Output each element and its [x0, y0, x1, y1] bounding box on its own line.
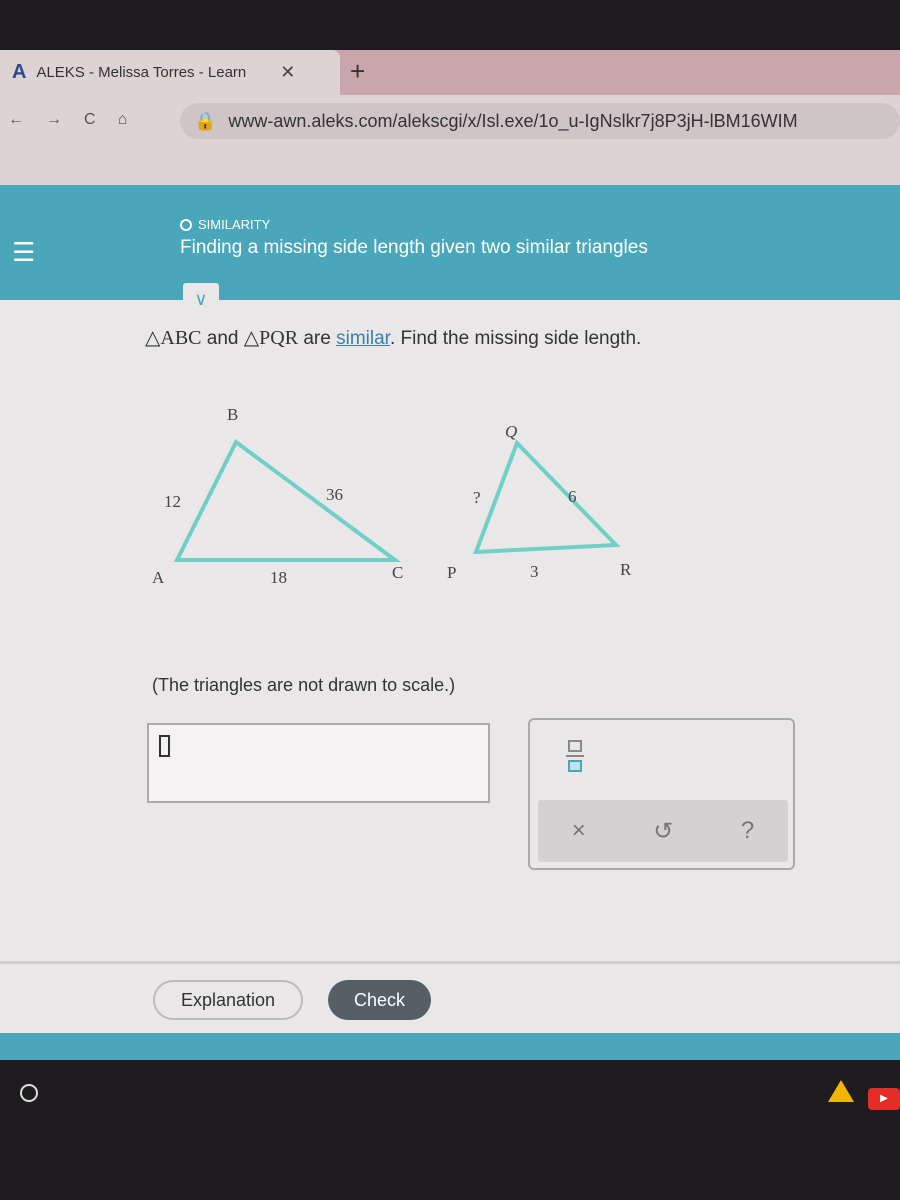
footer-bar	[0, 1033, 900, 1060]
aleks-app: ☰ SIMILARITY Finding a missing side leng…	[0, 185, 900, 1060]
check-button[interactable]: Check	[328, 980, 431, 1020]
reload-icon[interactable]: C	[84, 111, 96, 129]
cursor-box	[159, 735, 170, 757]
side-ac: 18	[270, 568, 287, 587]
vertex-r: R	[620, 560, 632, 579]
vertex-q: Q	[505, 422, 517, 441]
browser-toolbar: ← → C ⌂ 🔒 www-awn.aleks.com/alekscgi/x/I…	[0, 95, 900, 185]
os-shelf: ▶	[0, 1060, 900, 1200]
vertex-b: B	[227, 405, 238, 424]
answer-input[interactable]	[147, 723, 490, 803]
side-bc: 36	[326, 485, 343, 504]
google-drive-icon[interactable]	[828, 1080, 854, 1102]
tab-title: ALEKS - Melissa Torres - Learn	[36, 64, 247, 81]
triangle-pqr-label: △PQR	[243, 327, 299, 349]
menu-icon[interactable]: ☰	[12, 237, 35, 268]
triangle-abc	[173, 438, 402, 562]
url-text: www-awn.aleks.com/alekscgi/x/Isl.exe/1o_…	[228, 110, 798, 131]
side-qr: 6	[568, 487, 577, 506]
explanation-button[interactable]: Explanation	[153, 980, 303, 1020]
header: ☰ SIMILARITY Finding a missing side leng…	[0, 185, 900, 300]
launcher-icon[interactable]	[20, 1084, 38, 1102]
help-button[interactable]: ?	[741, 817, 754, 845]
side-pr: 3	[530, 562, 539, 581]
topic-circle-icon	[180, 218, 192, 231]
undo-button[interactable]: ↺	[653, 817, 673, 846]
vertex-p: P	[447, 563, 456, 582]
close-tab-icon[interactable]: ✕	[280, 62, 295, 83]
clear-button[interactable]: ×	[572, 817, 586, 845]
aleks-logo-icon: A	[12, 61, 27, 83]
q-text: and	[201, 328, 244, 349]
question-text: △ABC and △PQR are similar. Find the miss…	[145, 325, 641, 350]
side-ab: 12	[164, 492, 181, 511]
browser-tab[interactable]: A ALEKS - Melissa Torres - Learn ✕	[0, 50, 340, 95]
chevron-down-icon[interactable]: ∨	[183, 283, 219, 313]
vertex-a: A	[152, 568, 165, 587]
forward-icon[interactable]: →	[46, 111, 62, 129]
address-bar[interactable]: 🔒 www-awn.aleks.com/alekscgi/x/Isl.exe/1…	[180, 103, 900, 139]
side-pq: ?	[473, 488, 481, 507]
triangle-pqr	[473, 439, 621, 555]
triangle-abc-label: △ABC	[145, 327, 202, 349]
home-icon[interactable]: ⌂	[118, 111, 128, 129]
scale-note: (The triangles are not drawn to scale.)	[152, 675, 456, 695]
similar-link[interactable]: similar	[336, 328, 390, 349]
fraction-button[interactable]	[566, 740, 584, 772]
lock-icon: 🔒	[194, 110, 217, 131]
topic-label: SIMILARITY	[198, 217, 271, 232]
page-title: Finding a missing side length given two …	[180, 237, 648, 258]
triangles-figure: B A C 12 36 18 Q P R ? 6 3	[152, 405, 632, 587]
youtube-icon[interactable]: ▶	[868, 1088, 900, 1110]
new-tab-button[interactable]: +	[350, 56, 365, 87]
q-text: . Find the missing side length.	[389, 328, 642, 349]
back-icon[interactable]: ←	[8, 111, 24, 129]
tab-bar: A ALEKS - Melissa Torres - Learn ✕ +	[0, 50, 900, 95]
q-text: are	[298, 328, 337, 349]
vertex-c: C	[392, 563, 403, 582]
divider	[0, 961, 900, 964]
math-toolbox: × ↺ ?	[528, 718, 795, 870]
